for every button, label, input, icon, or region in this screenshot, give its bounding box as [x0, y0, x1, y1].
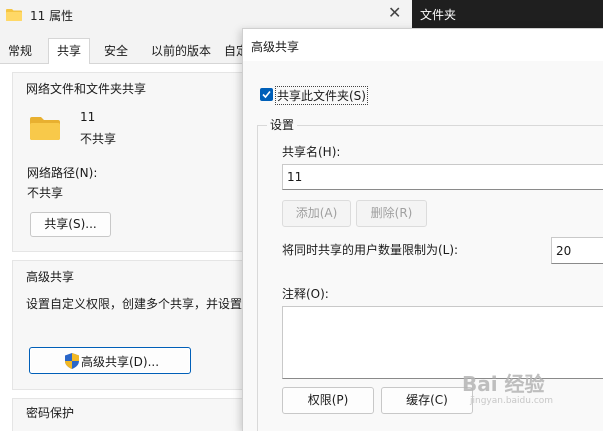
shield-icon: [65, 353, 79, 372]
add-button[interactable]: 添加(A): [282, 200, 351, 227]
watermark-logo: Bai 经验: [462, 372, 545, 396]
advanced-sharing-description: 设置自定义权限，创建多个共享，并设置: [26, 297, 243, 311]
share-folder-checkbox[interactable]: [260, 88, 273, 101]
share-folder-checkbox-label[interactable]: 共享此文件夹(S): [275, 86, 368, 105]
tab-security[interactable]: 安全: [96, 40, 136, 64]
folder-icon: [30, 116, 60, 143]
tab-general[interactable]: 常规: [0, 40, 40, 64]
share-name-input[interactable]: 11: [282, 164, 603, 190]
user-limit-input[interactable]: 20: [551, 237, 603, 264]
share-name-label: 共享名(H):: [282, 145, 341, 159]
folder-share-status: 不共享: [80, 132, 117, 146]
settings-group-label: 设置: [267, 116, 298, 133]
dialog-title: 高级共享: [251, 40, 300, 54]
dialog-title-bar[interactable]: 高级共享: [243, 29, 603, 61]
user-limit-value: 20: [556, 244, 572, 258]
cache-button[interactable]: 缓存(C): [381, 387, 473, 414]
tab-sharing[interactable]: 共享: [48, 38, 91, 65]
network-path-value: 不共享: [27, 186, 64, 200]
permissions-button[interactable]: 权限(P): [282, 387, 374, 414]
background-window-title: 文件夹: [420, 8, 457, 22]
share-name-value: 11: [287, 170, 303, 184]
comment-label: 注释(O):: [282, 287, 329, 301]
advanced-sharing-dialog: 高级共享 共享此文件夹(S) 设置 共享名(H): 11 添加(A) 删除(R)…: [242, 28, 603, 431]
share-button[interactable]: 共享(S)...: [30, 212, 111, 237]
user-limit-label: 将同时共享的用户数量限制为(L):: [282, 243, 459, 257]
watermark-url: jingyan.baidu.com: [470, 396, 554, 406]
folder-name: 11: [80, 110, 96, 124]
password-protection-title: 密码保护: [26, 406, 75, 420]
remove-button[interactable]: 删除(R): [356, 200, 427, 227]
close-icon[interactable]: ✕: [388, 3, 401, 22]
advanced-sharing-button-label: 高级共享(D)...: [81, 355, 160, 369]
comment-textarea[interactable]: [282, 306, 603, 379]
tab-previous-versions[interactable]: 以前的版本: [143, 40, 219, 64]
advanced-sharing-title: 高级共享: [26, 270, 75, 284]
advanced-sharing-button[interactable]: 高级共享(D)...: [29, 347, 191, 374]
background-window-title-bar[interactable]: 文件夹: [412, 0, 603, 28]
network-sharing-title: 网络文件和文件夹共享: [26, 82, 147, 96]
folder-icon: [6, 8, 22, 21]
properties-window-title: 11 属性: [30, 9, 74, 23]
network-path-label: 网络路径(N):: [27, 166, 98, 180]
